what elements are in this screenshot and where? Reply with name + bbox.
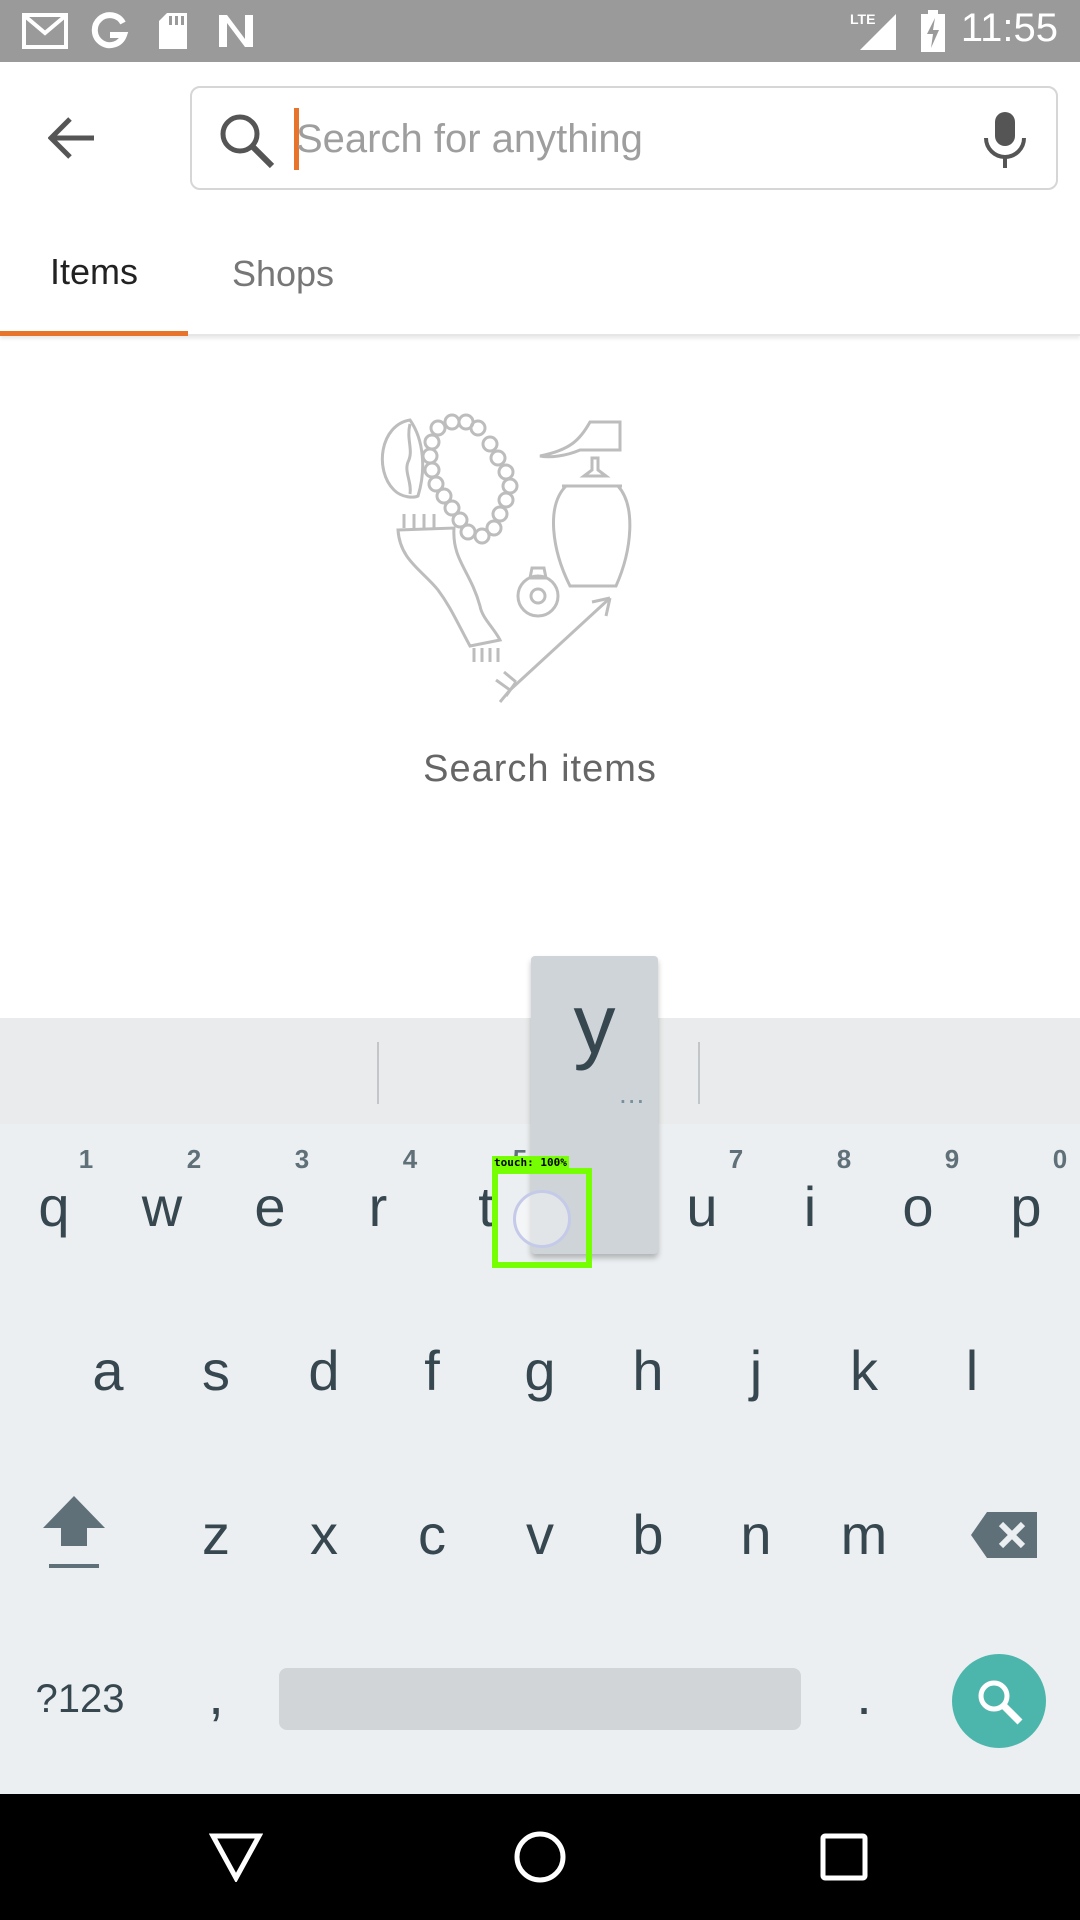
recents-square-icon: [820, 1833, 868, 1881]
tab-items[interactable]: Items: [0, 212, 188, 336]
key-j[interactable]: j: [702, 1316, 810, 1426]
navigation-bar: [0, 1794, 1080, 1920]
key-i[interactable]: i: [756, 1152, 864, 1262]
key-v[interactable]: v: [486, 1480, 594, 1590]
key-o[interactable]: o: [864, 1152, 972, 1262]
items-illustration: [380, 413, 632, 703]
status-time: 11:55: [960, 6, 1058, 50]
backspace-key[interactable]: [950, 1480, 1058, 1590]
key-w[interactable]: w: [108, 1152, 216, 1262]
touch-indicator: [513, 1190, 571, 1248]
key-k[interactable]: k: [810, 1316, 918, 1426]
app-bar: [0, 62, 1080, 212]
key-g[interactable]: g: [486, 1316, 594, 1426]
key-b[interactable]: b: [594, 1480, 702, 1590]
backspace-icon: [971, 1512, 1037, 1558]
shift-key[interactable]: [20, 1480, 128, 1590]
keyboard-search-button[interactable]: [952, 1654, 1046, 1748]
nav-recents-button[interactable]: [811, 1824, 877, 1890]
status-bar: LTE 11:55: [0, 0, 1080, 62]
popup-letter: y: [573, 977, 616, 1071]
key-x[interactable]: x: [270, 1480, 378, 1590]
suggestion-divider: [698, 1042, 700, 1104]
back-arrow-icon: [48, 117, 94, 159]
key-d[interactable]: d: [270, 1316, 378, 1426]
suggestion-divider: [377, 1042, 379, 1104]
nav-back-button[interactable]: [203, 1824, 269, 1890]
gmail-icon: [22, 10, 68, 52]
key-q[interactable]: q: [0, 1152, 108, 1262]
key-u[interactable]: u: [648, 1152, 756, 1262]
google-icon: [88, 10, 130, 52]
symbols-key[interactable]: ?123: [20, 1644, 140, 1754]
key-s[interactable]: s: [162, 1316, 270, 1426]
key-r[interactable]: r: [324, 1152, 432, 1262]
battery-charging-icon: [920, 10, 946, 52]
search-icon: [220, 114, 275, 169]
empty-state-text: Search items: [423, 748, 657, 790]
comma-key[interactable]: ,: [162, 1640, 270, 1750]
svg-text:LTE: LTE: [850, 11, 875, 27]
key-z[interactable]: z: [162, 1480, 270, 1590]
back-triangle-icon: [209, 1833, 263, 1882]
nav-home-button[interactable]: [507, 1824, 573, 1890]
period-key[interactable]: .: [810, 1640, 918, 1750]
spacebar[interactable]: [279, 1668, 801, 1730]
microphone-icon[interactable]: [980, 110, 1030, 170]
key-p[interactable]: p: [972, 1152, 1080, 1262]
key-h[interactable]: h: [594, 1316, 702, 1426]
signal-icon: LTE: [848, 10, 898, 52]
search-input[interactable]: [296, 102, 936, 176]
search-box[interactable]: [190, 86, 1058, 190]
touch-overlay-label: touch: 100%: [492, 1156, 569, 1169]
key-f[interactable]: f: [378, 1316, 486, 1426]
key-l[interactable]: l: [918, 1316, 1026, 1426]
key-a[interactable]: a: [54, 1316, 162, 1426]
popup-more-indicator: ...: [619, 1078, 646, 1109]
n-app-icon: [214, 10, 258, 52]
shift-icon: [43, 1496, 105, 1568]
sd-card-icon: [156, 10, 190, 52]
back-button[interactable]: [40, 106, 104, 170]
home-circle-icon: [514, 1831, 566, 1883]
key-n[interactable]: n: [702, 1480, 810, 1590]
search-icon: [978, 1680, 1023, 1725]
key-m[interactable]: m: [810, 1480, 918, 1590]
key-e[interactable]: e: [216, 1152, 324, 1262]
tab-shops[interactable]: Shops: [188, 212, 378, 336]
key-c[interactable]: c: [378, 1480, 486, 1590]
tab-bar: Items Shops: [0, 212, 1080, 336]
